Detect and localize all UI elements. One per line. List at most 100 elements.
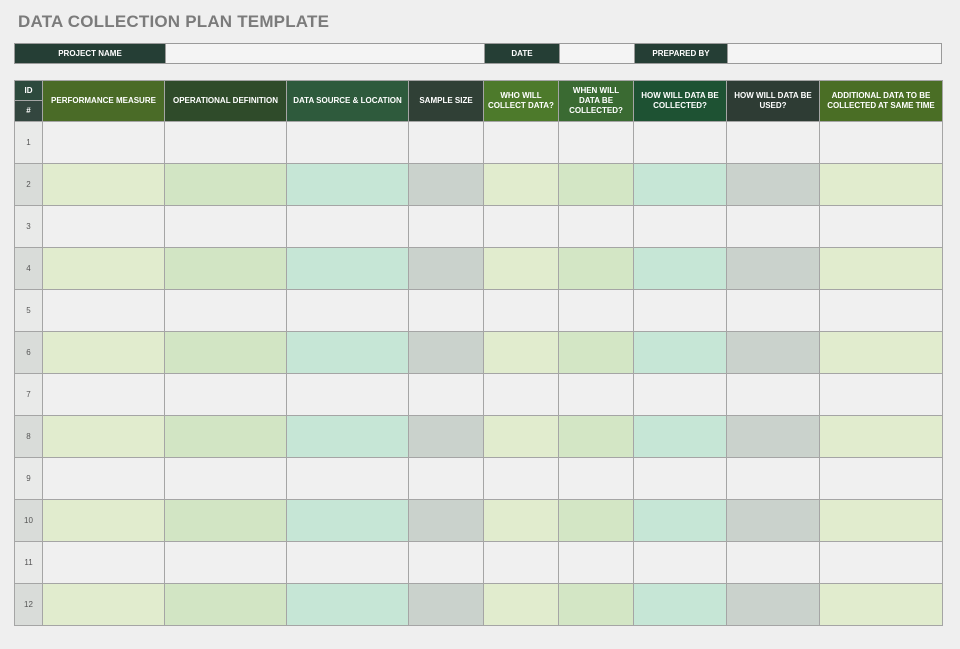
table-cell[interactable] [408,583,484,626]
table-cell[interactable] [164,331,287,374]
table-cell[interactable] [42,247,165,290]
table-cell[interactable] [558,457,634,500]
table-cell[interactable] [633,163,727,206]
table-cell[interactable] [164,121,287,164]
table-cell[interactable] [819,247,943,290]
table-cell[interactable] [819,205,943,248]
table-cell[interactable] [286,331,409,374]
table-cell[interactable] [558,583,634,626]
table-cell[interactable] [558,415,634,458]
table-cell[interactable] [819,541,943,584]
table-cell[interactable] [558,499,634,542]
table-cell[interactable] [819,415,943,458]
table-cell[interactable] [558,541,634,584]
table-cell[interactable] [633,373,727,416]
table-cell[interactable] [42,163,165,206]
table-cell[interactable] [483,415,559,458]
table-cell[interactable] [633,541,727,584]
table-cell[interactable] [819,499,943,542]
table-cell[interactable] [483,247,559,290]
date-field[interactable] [559,44,635,63]
table-cell[interactable] [558,373,634,416]
table-cell[interactable] [726,457,820,500]
table-cell[interactable] [726,415,820,458]
table-cell[interactable] [408,331,484,374]
table-cell[interactable] [286,121,409,164]
table-cell[interactable] [408,373,484,416]
table-cell[interactable] [164,289,287,332]
table-cell[interactable] [408,247,484,290]
table-cell[interactable] [633,415,727,458]
table-cell[interactable] [726,163,820,206]
table-cell[interactable] [819,457,943,500]
table-cell[interactable] [164,499,287,542]
table-cell[interactable] [42,331,165,374]
table-cell[interactable] [726,121,820,164]
table-cell[interactable] [408,289,484,332]
table-cell[interactable] [42,583,165,626]
table-cell[interactable] [558,331,634,374]
table-cell[interactable] [483,205,559,248]
table-cell[interactable] [42,205,165,248]
table-cell[interactable] [633,457,727,500]
table-cell[interactable] [286,247,409,290]
table-cell[interactable] [726,583,820,626]
table-cell[interactable] [286,373,409,416]
table-cell[interactable] [483,541,559,584]
table-cell[interactable] [164,415,287,458]
table-cell[interactable] [483,289,559,332]
table-cell[interactable] [819,121,943,164]
table-cell[interactable] [633,583,727,626]
table-cell[interactable] [726,541,820,584]
table-cell[interactable] [408,121,484,164]
table-cell[interactable] [558,289,634,332]
table-cell[interactable] [483,499,559,542]
table-cell[interactable] [483,331,559,374]
table-cell[interactable] [42,499,165,542]
table-cell[interactable] [164,457,287,500]
table-cell[interactable] [633,247,727,290]
table-cell[interactable] [42,415,165,458]
table-cell[interactable] [819,373,943,416]
table-cell[interactable] [726,331,820,374]
table-cell[interactable] [408,415,484,458]
prepared-by-field[interactable] [727,44,941,63]
table-cell[interactable] [726,289,820,332]
table-cell[interactable] [483,121,559,164]
table-cell[interactable] [408,541,484,584]
table-cell[interactable] [633,289,727,332]
table-cell[interactable] [726,205,820,248]
table-cell[interactable] [42,121,165,164]
table-cell[interactable] [42,541,165,584]
table-cell[interactable] [42,373,165,416]
table-cell[interactable] [42,457,165,500]
table-cell[interactable] [164,163,287,206]
table-cell[interactable] [558,247,634,290]
table-cell[interactable] [286,205,409,248]
table-cell[interactable] [286,499,409,542]
project-name-field[interactable] [165,44,485,63]
table-cell[interactable] [483,583,559,626]
table-cell[interactable] [408,163,484,206]
table-cell[interactable] [483,373,559,416]
table-cell[interactable] [286,289,409,332]
table-cell[interactable] [483,457,559,500]
table-cell[interactable] [408,499,484,542]
table-cell[interactable] [42,289,165,332]
table-cell[interactable] [286,583,409,626]
table-cell[interactable] [286,415,409,458]
table-cell[interactable] [408,457,484,500]
table-cell[interactable] [819,289,943,332]
table-cell[interactable] [726,499,820,542]
table-cell[interactable] [558,205,634,248]
table-cell[interactable] [164,541,287,584]
table-cell[interactable] [286,163,409,206]
table-cell[interactable] [164,373,287,416]
table-cell[interactable] [164,205,287,248]
table-cell[interactable] [558,163,634,206]
table-cell[interactable] [819,331,943,374]
table-cell[interactable] [286,457,409,500]
table-cell[interactable] [726,247,820,290]
table-cell[interactable] [558,121,634,164]
table-cell[interactable] [819,583,943,626]
